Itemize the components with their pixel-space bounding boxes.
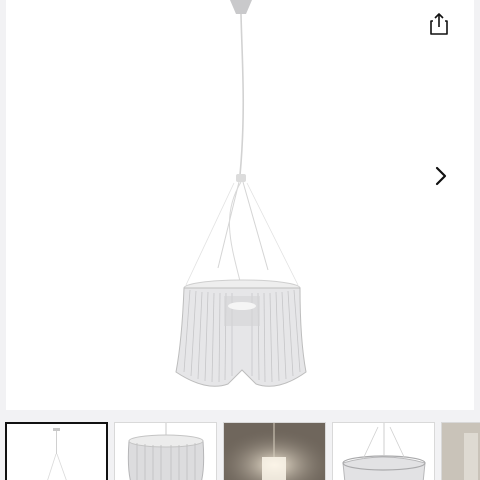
chevron-right-icon — [435, 166, 447, 186]
thumbnail-1[interactable] — [5, 422, 108, 480]
next-image-button[interactable] — [430, 163, 452, 189]
thumbnail-strip[interactable] — [0, 418, 480, 480]
thumbnail-2[interactable] — [114, 422, 217, 480]
product-image-viewer[interactable] — [6, 0, 474, 410]
thumbnail-3[interactable] — [223, 422, 326, 480]
thumbnail-4[interactable] — [332, 422, 435, 480]
lamp-thumbnail-image — [342, 423, 426, 480]
thumbnail-5[interactable] — [441, 422, 480, 480]
lamp-thumbnail-image — [442, 423, 480, 480]
lamp-thumbnail-image — [127, 423, 205, 480]
pendant-lamp-image — [175, 0, 307, 387]
lamp-thumbnail-image — [47, 428, 67, 480]
share-button[interactable] — [426, 10, 452, 38]
lamp-thumbnail-image — [224, 423, 325, 480]
share-icon — [430, 13, 448, 35]
